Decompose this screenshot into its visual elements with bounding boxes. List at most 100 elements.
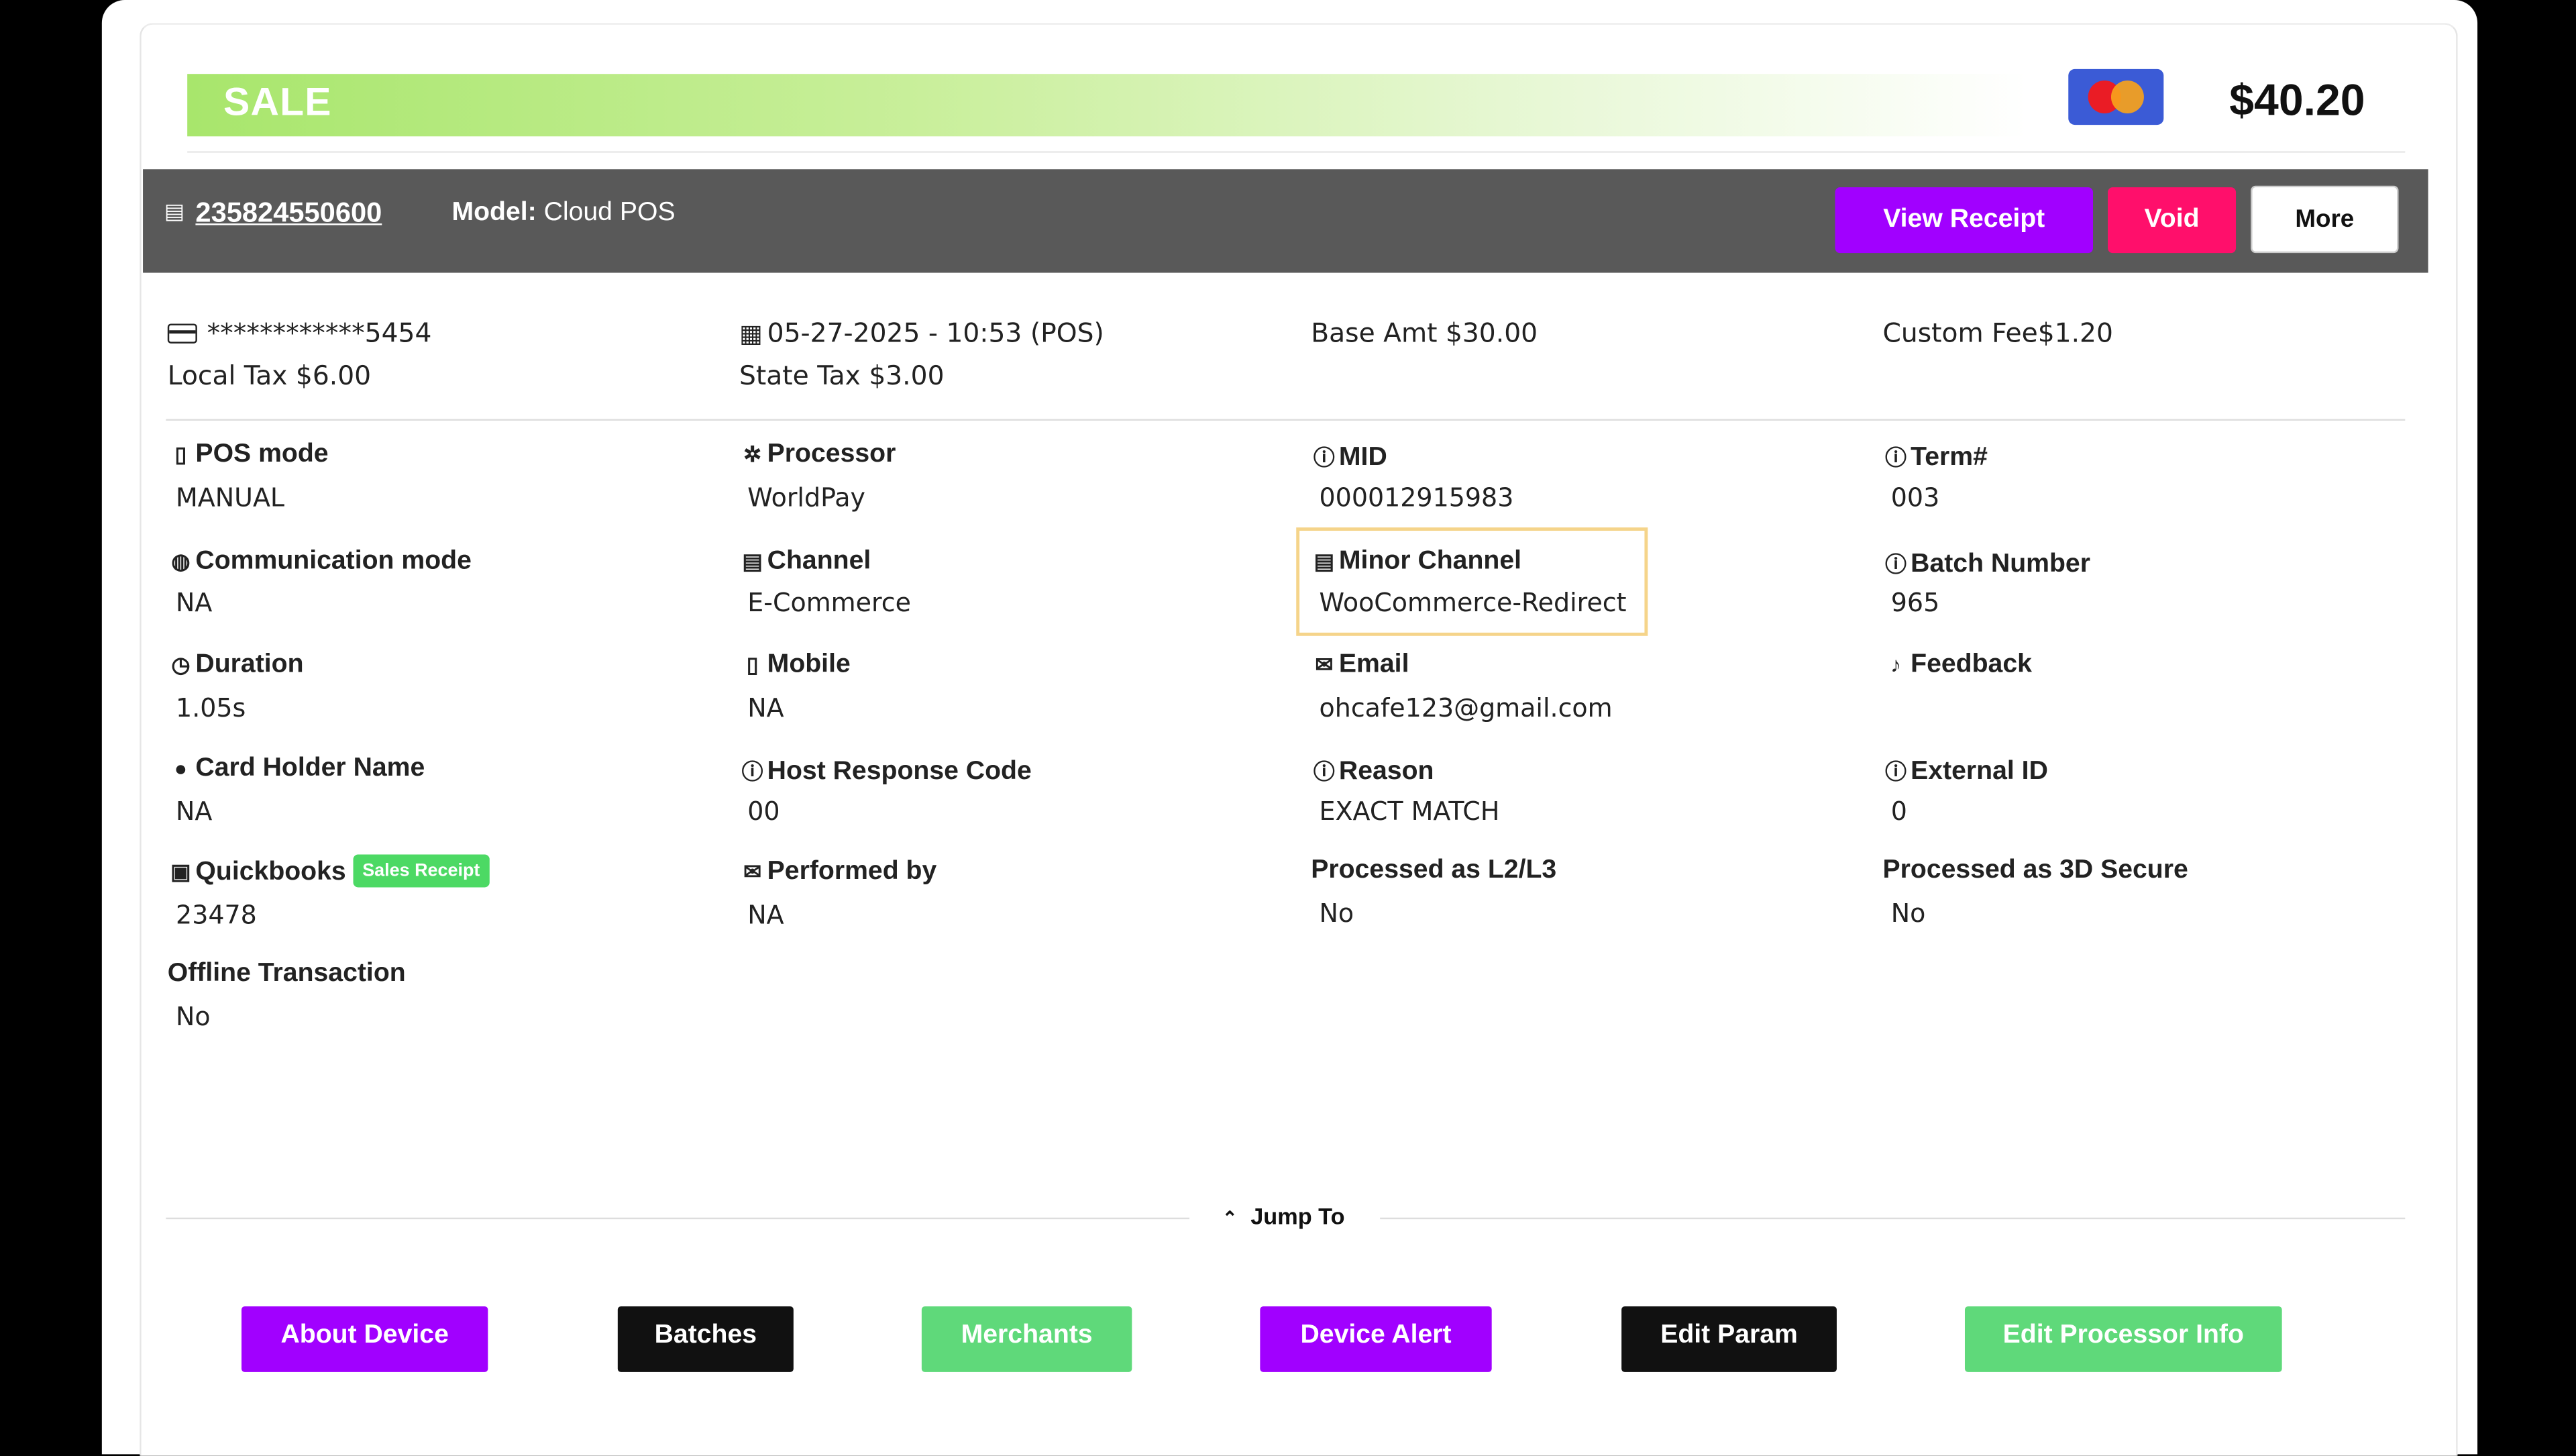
edit-processor-info-button[interactable]: Edit Processor Info	[1964, 1306, 2282, 1372]
gear-icon: ✲	[743, 441, 761, 467]
calendar-icon: ▦	[739, 319, 763, 349]
batches-button[interactable]: Batches	[617, 1306, 794, 1372]
mobile-label-text: Mobile	[767, 650, 851, 679]
local-tax: Local Tax $6.00	[167, 360, 372, 391]
sales-receipt-badge[interactable]: Sales Receipt	[352, 854, 490, 888]
minor-channel-label: ▤ Minor Channel	[1311, 548, 1521, 577]
email-value: ohcafe123@gmail.com	[1319, 693, 1613, 723]
external-id-label: ⓘ External ID	[1883, 754, 2048, 787]
model-label: Model:	[451, 199, 537, 227]
feedback-label-text: Feedback	[1911, 650, 2032, 679]
duration-label: ◷ Duration	[168, 650, 304, 680]
model-value: Cloud POS	[536, 199, 676, 227]
feedback-icon: ♪	[1890, 652, 1902, 677]
host-response-code-value: 00	[747, 796, 780, 827]
feedback-label: ♪ Feedback	[1883, 651, 2032, 680]
offline-transaction-value: No	[176, 1002, 211, 1032]
processed-l2l3-label: Processed as L2/L3	[1311, 855, 1557, 884]
envelope-icon: ✉	[1315, 652, 1334, 677]
info-icon: ⓘ	[741, 759, 763, 784]
reason-value: EXACT MATCH	[1319, 796, 1500, 827]
info-icon: ⓘ	[1885, 552, 1907, 577]
processor-label-text: Processor	[767, 440, 896, 468]
view-receipt-button[interactable]: View Receipt	[1835, 187, 2094, 254]
mid-label-text: MID	[1338, 444, 1387, 472]
double-chevron-up-icon: ⌃	[1222, 1209, 1238, 1229]
card-holder-name-value: NA	[176, 796, 213, 827]
batch-number-label: ⓘ Batch Number	[1883, 548, 2090, 580]
host-response-code-label-text: Host Response Code	[767, 757, 1032, 786]
pos-mode-value: MANUAL	[176, 483, 285, 513]
pos-mode-label: ▯ POS mode	[168, 440, 329, 470]
external-id-label-text: External ID	[1911, 757, 2048, 786]
external-id-value: 0	[1890, 796, 1907, 827]
sale-label: SALE	[223, 81, 332, 125]
processed-3ds-label: Processed as 3D Secure	[1882, 855, 2188, 884]
envelope-outline-icon: ✉	[743, 859, 761, 884]
more-button[interactable]: More	[2251, 185, 2399, 254]
duration-label-text: Duration	[195, 650, 304, 679]
minor-channel-label-text: Minor Channel	[1338, 547, 1522, 576]
channel-label-text: Channel	[767, 547, 871, 576]
info-icon: ⓘ	[1313, 445, 1335, 470]
transaction-amount: $40.20	[2229, 75, 2365, 125]
reason-label-text: Reason	[1338, 757, 1434, 786]
term-value: 003	[1890, 483, 1940, 513]
channel-label: ▤ Channel	[739, 548, 871, 577]
info-icon: ⓘ	[1885, 759, 1907, 784]
reason-label: ⓘ Reason	[1311, 754, 1434, 787]
batch-number-value: 965	[1890, 588, 1940, 618]
user-icon: ●	[174, 756, 187, 781]
edit-param-button[interactable]: Edit Param	[1621, 1306, 1837, 1372]
divider	[166, 1217, 1190, 1220]
channel-value: E-Commerce	[747, 588, 912, 618]
quickbooks-value: 23478	[176, 900, 257, 931]
mid-label: ⓘ MID	[1311, 440, 1387, 473]
performed-by-label-text: Performed by	[767, 857, 937, 886]
transaction-id-link[interactable]: 235824550600	[195, 197, 382, 230]
duration-value: 1.05s	[176, 693, 246, 723]
globe-icon: ◍	[171, 548, 191, 574]
host-response-code-label: ⓘ Host Response Code	[739, 754, 1032, 787]
processed-l2l3-value: No	[1319, 898, 1354, 929]
state-tax: State Tax $3.00	[739, 360, 945, 391]
card-holder-name-label-text: Card Holder Name	[195, 754, 425, 782]
device-icon: ▤	[1313, 548, 1334, 574]
email-label-text: Email	[1338, 650, 1409, 679]
datetime-row: ▦ 05-27-2025 - 10:53 (POS)	[739, 317, 1104, 349]
mobile-value: NA	[747, 693, 784, 723]
email-label: ✉ Email	[1311, 651, 1409, 680]
custom-fee: Custom Fee$1.20	[1882, 317, 2113, 349]
jump-to-heading: ⌃ Jump To	[1222, 1203, 1344, 1229]
batch-number-label-text: Batch Number	[1911, 550, 2090, 579]
minor-channel-value: WooCommerce-Redirect	[1319, 588, 1627, 618]
communication-mode-label: ◍ Communication mode	[168, 548, 472, 577]
performed-by-value: NA	[747, 900, 784, 931]
pos-mode-label-text: POS mode	[195, 440, 329, 468]
communication-mode-value: NA	[176, 588, 213, 618]
phone-icon: ▯	[746, 652, 759, 677]
mobile-icon: ▯	[174, 441, 187, 467]
page: SALE $40.20 ▤ 235824550600 Model: Cloud …	[0, 0, 2576, 1456]
model-info: Model: Cloud POS	[451, 199, 675, 228]
quickbooks-label-text: Quickbooks	[195, 857, 346, 886]
divider	[166, 419, 2406, 421]
info-icon: ⓘ	[1885, 445, 1907, 470]
about-device-button[interactable]: About Device	[241, 1306, 488, 1372]
sale-banner: SALE	[187, 74, 2028, 137]
term-label: ⓘ Term#	[1883, 440, 1988, 473]
mid-value: 000012915983	[1319, 483, 1514, 513]
timer-icon: ◷	[171, 652, 191, 677]
processor-label: ✲ Processor	[739, 440, 896, 470]
card-number: ************5454	[207, 317, 432, 349]
merchants-button[interactable]: Merchants	[921, 1306, 1132, 1372]
device-icon: ▤	[164, 199, 185, 224]
processed-3ds-value: No	[1890, 898, 1926, 929]
mastercard-icon	[2068, 68, 2164, 125]
void-button[interactable]: Void	[2108, 187, 2237, 254]
base-amount: Base Amt $30.00	[1311, 317, 1538, 349]
device-alert-button[interactable]: Device Alert	[1260, 1306, 1492, 1372]
offline-transaction-label: Offline Transaction	[167, 959, 406, 988]
term-label-text: Term#	[1911, 444, 1988, 472]
jump-to-label: Jump To	[1250, 1202, 1345, 1229]
